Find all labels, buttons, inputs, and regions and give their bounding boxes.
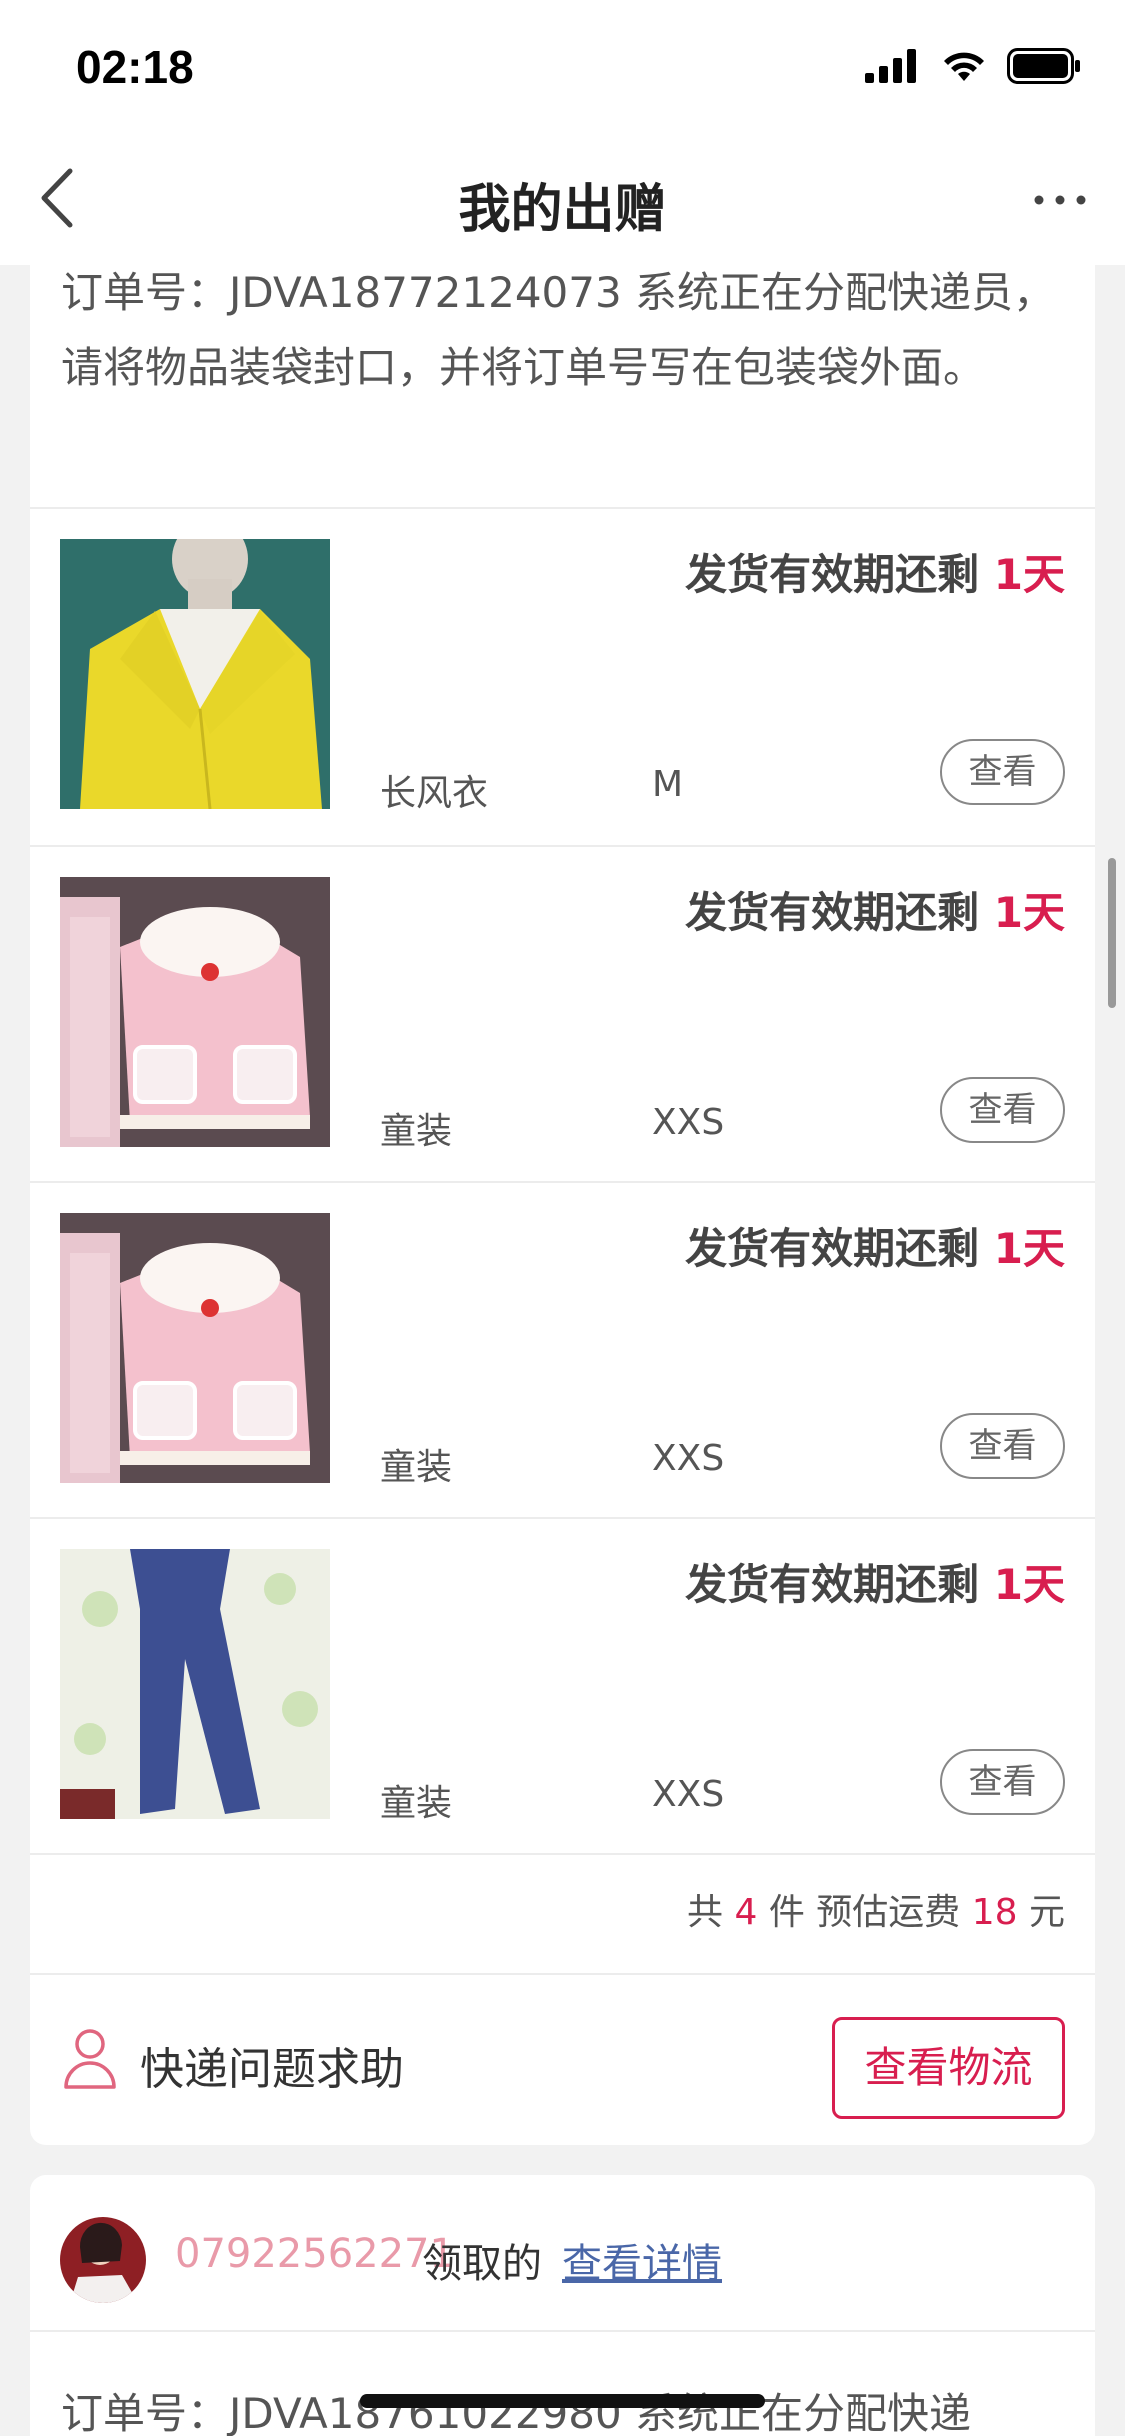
status-bar: 02:18 — [0, 0, 1125, 135]
item-size: XXS — [652, 1774, 725, 1815]
item-name: 童装 — [380, 1447, 453, 1488]
ship-deadline: 发货有效期还剩 1天 — [685, 1560, 1065, 1609]
avatar[interactable] — [60, 2217, 146, 2303]
view-button[interactable]: 查看 — [940, 1749, 1065, 1815]
item-size: XXS — [652, 1438, 725, 1479]
divider — [30, 1853, 1095, 1855]
view-button[interactable]: 查看 — [940, 1077, 1065, 1143]
more-icon[interactable] — [1025, 165, 1095, 235]
scrollbar[interactable] — [1108, 858, 1116, 1008]
ship-deadline: 发货有效期还剩 1天 — [685, 550, 1065, 599]
item-thumbnail-tights[interactable] — [60, 1549, 330, 1819]
item-thumbnail-coat[interactable] — [60, 539, 330, 809]
order-summary: 共 4 件 预估运费 18 元 — [687, 1892, 1065, 1933]
order-item: 发货有效期还剩 1天 童装 XXS 查看 — [30, 847, 1095, 1183]
home-indicator[interactable] — [360, 2394, 765, 2408]
view-details-link[interactable]: 查看详情 — [562, 2231, 722, 2289]
item-size: M — [652, 764, 684, 805]
item-size: XXS — [652, 1102, 725, 1143]
view-button[interactable]: 查看 — [940, 1413, 1065, 1479]
order-notice: 订单号：JDVA18772124073 系统正在分配快递员，请将物品装袋封口，并… — [61, 268, 1056, 392]
courier-help-label[interactable]: 快递问题求助 — [140, 2033, 404, 2097]
order-notice: 订单号：JDVA18761022980 系统正在分配快递 — [61, 2389, 972, 2436]
person-icon — [64, 2029, 116, 2089]
order-item: 发货有效期还剩 1天 童装 XXS 查看 — [30, 1519, 1095, 1855]
view-button[interactable]: 查看 — [940, 739, 1065, 805]
order-card: 订单号：JDVA18772124073 系统正在分配快递员，请将物品装袋封口，并… — [30, 235, 1095, 2145]
item-thumbnail-kidswear[interactable] — [60, 1213, 330, 1483]
view-logistics-button[interactable]: 查看物流 — [832, 2017, 1065, 2119]
item-name: 童装 — [380, 1111, 453, 1152]
order-item: 发货有效期还剩 1天 长风衣 M 查看 — [30, 509, 1095, 845]
ship-deadline: 发货有效期还剩 1天 — [685, 888, 1065, 937]
wifi-icon — [944, 52, 984, 81]
courier-help-row[interactable]: 快递问题求助 查看物流 — [30, 1975, 1095, 2145]
divider — [30, 2330, 1095, 2332]
item-name: 长风衣 — [380, 773, 489, 814]
ship-deadline: 发货有效期还剩 1天 — [685, 1224, 1065, 1273]
claimer-phone: 07922562271 — [175, 2231, 455, 2277]
page-title: 我的出赠 — [458, 180, 667, 240]
item-name: 童装 — [380, 1783, 453, 1824]
order-item: 发货有效期还剩 1天 童装 XXS 查看 — [30, 1183, 1095, 1519]
battery-icon — [1007, 48, 1080, 84]
claimed-label: 领取的 — [422, 2241, 542, 2287]
signal-icon — [865, 49, 916, 83]
status-time: 02:18 — [76, 41, 194, 93]
item-thumbnail-kidswear[interactable] — [60, 877, 330, 1147]
status-icons — [865, 48, 1081, 84]
